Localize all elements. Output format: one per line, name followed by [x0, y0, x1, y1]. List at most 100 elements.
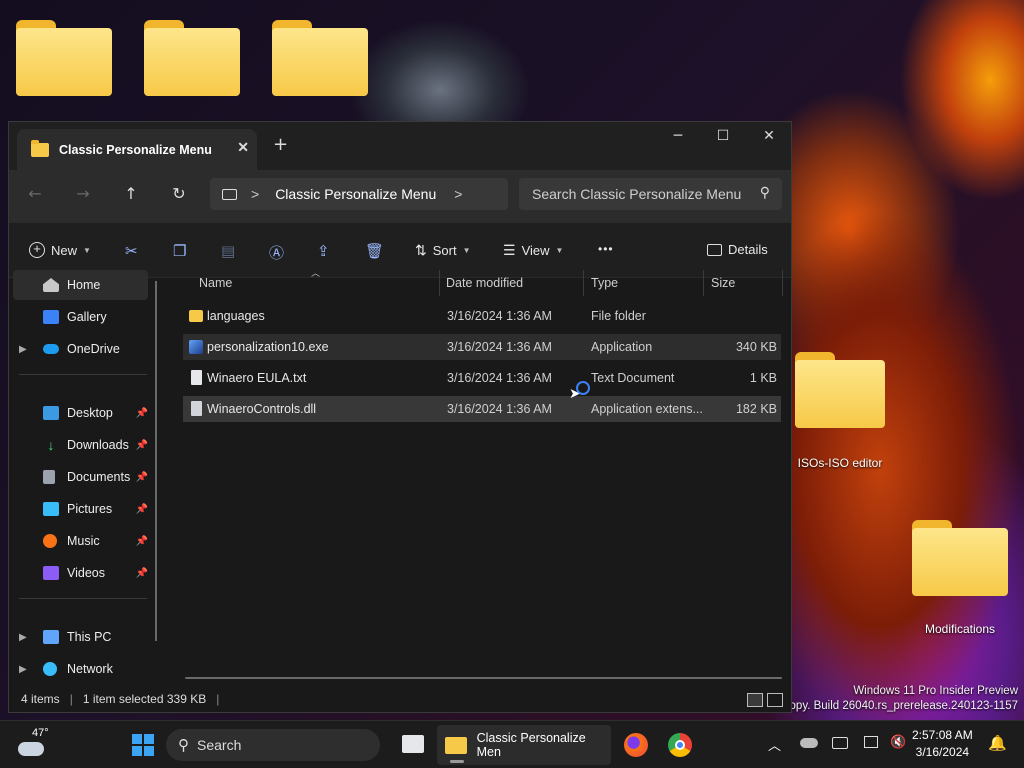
title-bar: Classic Personalize Menu ✕ + ─ ☐ ✕ [9, 122, 791, 170]
new-tab-button[interactable]: + [273, 134, 288, 155]
sidebar-item-pictures[interactable]: Pictures 📌 [13, 494, 148, 524]
copy-icon[interactable]: ❐ [173, 242, 186, 260]
weather-widget[interactable]: 47° [18, 727, 49, 759]
sidebar-divider [19, 598, 147, 599]
cut-icon[interactable]: ✂ [125, 242, 138, 260]
network-icon[interactable] [864, 736, 878, 748]
onedrive-icon [43, 344, 59, 354]
notification-bell-icon[interactable]: 🔔 [988, 734, 1007, 752]
tab-close-icon[interactable]: ✕ [237, 139, 249, 156]
maximize-button[interactable]: ☐ [708, 128, 738, 144]
chevron-right-icon[interactable]: ▶ [19, 632, 27, 643]
view-button[interactable]: ☰ View ▼ [503, 242, 563, 259]
folder-icon [189, 310, 203, 322]
music-icon [43, 534, 57, 548]
desktop-folder-modifications[interactable]: Modifications [910, 520, 1010, 636]
chevron-right-icon[interactable]: ▶ [19, 344, 27, 355]
sidebar-item-this-pc[interactable]: ▶ This PC [13, 622, 148, 652]
onedrive-icon[interactable] [800, 738, 818, 748]
sidebar-item-desktop[interactable]: Desktop 📌 [13, 398, 148, 428]
address-bar[interactable]: > Classic Personalize Menu > [210, 178, 508, 210]
refresh-button[interactable]: ↻ [167, 184, 191, 203]
start-windows-icon[interactable] [132, 734, 154, 756]
tab-classic-personalize-menu[interactable]: Classic Personalize Menu ✕ [17, 129, 257, 170]
file-row-languages[interactable]: languages 3/16/2024 1:36 AM File folder [183, 303, 781, 329]
sidebar-scrollbar[interactable] [155, 281, 157, 641]
desktop-icon-label: Modifications [924, 622, 996, 636]
horizontal-scrollbar[interactable] [185, 677, 782, 679]
loading-spinner-icon [576, 381, 590, 395]
file-row-personalization10-exe[interactable]: personalization10.exe 3/16/2024 1:36 AM … [183, 334, 781, 360]
keyboard-icon[interactable] [832, 737, 848, 749]
view-button-label: View [521, 243, 550, 258]
more-options-button[interactable]: ••• [598, 242, 614, 256]
tiles-view-icon[interactable] [767, 693, 783, 707]
sort-button-label: Sort [432, 243, 457, 258]
breadcrumb-location[interactable]: Classic Personalize Menu [275, 186, 436, 202]
desktop-folder-3[interactable] [270, 20, 370, 96]
taskbar-search-box[interactable]: ⚲ Search [166, 729, 380, 761]
details-view-icon[interactable] [747, 693, 763, 707]
pictures-icon [43, 502, 59, 516]
computer-icon [43, 630, 59, 644]
details-pane-button[interactable]: Details [707, 242, 768, 257]
volume-muted-icon[interactable]: 🔇 [890, 734, 906, 750]
breadcrumb-separator[interactable]: > [251, 186, 259, 202]
back-button[interactable]: ← [23, 184, 47, 203]
column-header-date[interactable]: Date modified [440, 270, 584, 296]
chevron-right-icon[interactable]: ▶ [19, 664, 27, 675]
weather-temperature: 47° [32, 727, 49, 739]
chrome-icon[interactable] [668, 733, 692, 757]
sidebar-item-network[interactable]: ▶ Network [13, 654, 148, 684]
dll-icon [191, 401, 202, 416]
minimize-button[interactable]: ─ [663, 128, 693, 144]
folder-icon [912, 520, 1008, 596]
sort-button[interactable]: ⇅ Sort ▼ [415, 242, 471, 259]
desktop-folder-2[interactable] [142, 20, 242, 96]
forward-button[interactable]: → [71, 184, 95, 203]
rename-icon[interactable]: Ⓐ [269, 242, 284, 263]
navigation-bar: ← → ↑ ↻ > Classic Personalize Menu > Sea… [9, 170, 791, 222]
system-clock[interactable]: 2:57:08 AM 3/16/2024 [912, 727, 973, 761]
text-file-icon [191, 370, 202, 385]
column-header-name[interactable]: Name ︿ [183, 268, 440, 296]
file-row-winaero-eula-txt[interactable]: Winaero EULA.txt 3/16/2024 1:36 AM Text … [183, 365, 781, 391]
task-view-icon[interactable] [402, 735, 424, 753]
column-header-type[interactable]: Type [584, 270, 704, 296]
sidebar-item-documents[interactable]: Documents 📌 [13, 462, 148, 492]
share-icon[interactable]: ⇪ [317, 242, 330, 260]
plus-circle-icon: + [29, 242, 45, 258]
sidebar-item-music[interactable]: Music 📌 [13, 526, 148, 556]
desktop-folder-1[interactable] [14, 20, 114, 96]
watermark-line2: copy. Build 26040.rs_prerelease.240123-1… [783, 700, 1018, 712]
desktop-folder-iso-editor[interactable]: ISOs-ISO editor [790, 352, 890, 470]
breadcrumb-separator[interactable]: > [454, 186, 462, 202]
folder-icon [144, 20, 240, 96]
taskbar-app-file-explorer[interactable]: Classic Personalize Men [437, 725, 611, 765]
file-row-winaerocontrols-dll[interactable]: WinaeroControls.dll 3/16/2024 1:36 AM Ap… [183, 396, 781, 422]
close-button[interactable]: ✕ [754, 128, 784, 144]
search-box[interactable]: Search Classic Personalize Menu ⚲ [519, 178, 782, 210]
weather-cloud-icon [18, 742, 44, 756]
sidebar-item-downloads[interactable]: ↓ Downloads 📌 [13, 430, 149, 460]
chevron-down-icon: ▼ [83, 245, 91, 255]
new-button-label: New [51, 242, 78, 258]
status-divider: | [216, 692, 220, 706]
sidebar-item-videos[interactable]: Videos 📌 [13, 558, 148, 588]
column-header-size[interactable]: Size [704, 270, 783, 296]
watermark-line1: Windows 11 Pro Insider Preview [853, 685, 1018, 697]
taskbar: 47° ⚲ Search Classic Personalize Men ︿ 🔇… [0, 720, 1024, 768]
new-button[interactable]: + New ▼ [29, 242, 91, 258]
paste-icon[interactable]: ▤ [221, 242, 235, 260]
delete-icon[interactable]: 🗑 [365, 242, 384, 260]
status-divider: | [69, 692, 73, 706]
sidebar-item-home[interactable]: Home [13, 270, 148, 300]
up-button[interactable]: ↑ [119, 184, 143, 203]
pin-icon: 📌 [135, 439, 148, 451]
sidebar-item-onedrive[interactable]: ▶ OneDrive [13, 334, 148, 364]
search-placeholder: Search Classic Personalize Menu [532, 186, 742, 202]
chevron-up-icon[interactable]: ︿ [768, 735, 781, 754]
sort-icon: ⇅ [415, 242, 427, 258]
firefox-icon[interactable] [624, 733, 648, 757]
sidebar-item-gallery[interactable]: Gallery [13, 302, 148, 332]
